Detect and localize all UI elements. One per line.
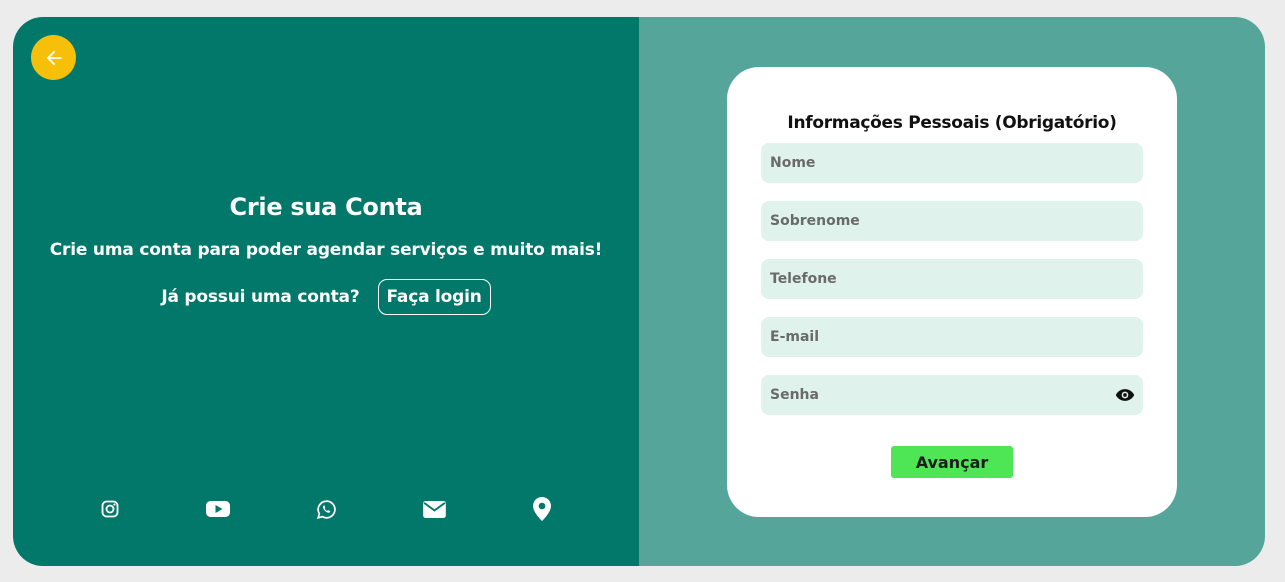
- personal-info-form: Informações Pessoais (Obrigatório) Nome …: [727, 67, 1177, 517]
- email-field[interactable]: [761, 317, 1143, 357]
- eye-icon[interactable]: [1115, 387, 1135, 403]
- whatsapp-link[interactable]: [314, 497, 338, 521]
- right-panel: Informações Pessoais (Obrigatório) Nome …: [639, 17, 1265, 566]
- form-title: Informações Pessoais (Obrigatório): [787, 113, 1117, 133]
- location-link[interactable]: [530, 497, 554, 521]
- login-button[interactable]: Faça login: [377, 279, 491, 315]
- instagram-icon: [101, 500, 119, 518]
- last-name-field[interactable]: [761, 201, 1143, 241]
- signup-card: Crie sua Conta Crie uma conta para poder…: [13, 17, 1265, 566]
- last-name-input[interactable]: [770, 213, 1134, 229]
- whatsapp-icon: [316, 499, 336, 519]
- first-name-field[interactable]: [761, 143, 1143, 183]
- page-title: Crie sua Conta: [229, 193, 423, 221]
- youtube-link[interactable]: [206, 497, 230, 521]
- login-question: Já possui uma conta?: [161, 287, 360, 307]
- location-pin-icon: [533, 497, 551, 521]
- instagram-link[interactable]: [98, 497, 122, 521]
- youtube-icon: [206, 501, 230, 517]
- email-input[interactable]: [770, 329, 1134, 345]
- arrow-left-icon: [46, 50, 61, 65]
- page-subtitle: Crie uma conta para poder agendar serviç…: [49, 240, 603, 260]
- first-name-input[interactable]: [770, 155, 1134, 171]
- next-button[interactable]: Avançar: [891, 446, 1013, 478]
- social-links: [13, 497, 639, 521]
- password-input[interactable]: [770, 387, 1134, 403]
- back-button[interactable]: [31, 35, 76, 80]
- password-field[interactable]: [761, 375, 1143, 415]
- email-link[interactable]: [422, 497, 446, 521]
- left-panel: Crie sua Conta Crie uma conta para poder…: [13, 17, 639, 566]
- email-icon: [422, 500, 446, 518]
- phone-input[interactable]: [770, 271, 1134, 287]
- login-prompt: Já possui uma conta? Faça login: [13, 279, 639, 315]
- phone-field[interactable]: [761, 259, 1143, 299]
